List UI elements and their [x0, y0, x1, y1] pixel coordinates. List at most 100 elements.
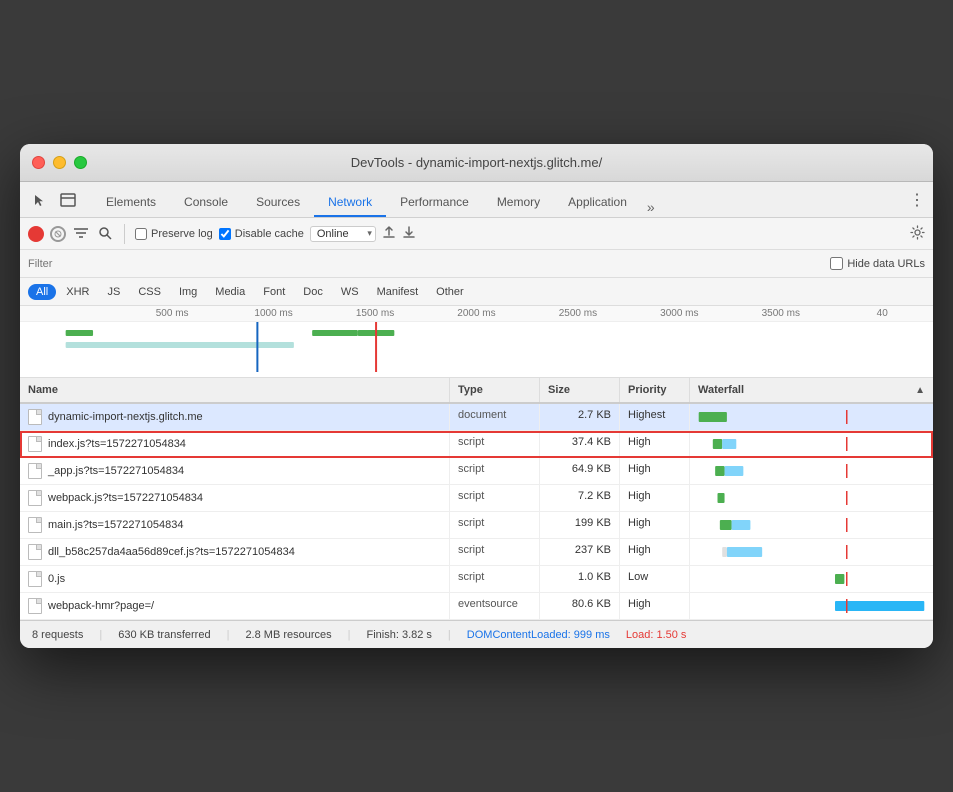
- row-name: webpack-hmr?page=/: [20, 593, 450, 619]
- load-time: Load: 1.50 s: [626, 629, 687, 641]
- col-header-type[interactable]: Type: [450, 378, 540, 402]
- table-row[interactable]: main.js?ts=1572271054834 script 199 KB H…: [20, 512, 933, 539]
- online-selector-wrapper: Online Fast 3G Slow 3G Offline ▾: [310, 226, 376, 242]
- hide-data-urls-checkbox[interactable]: [830, 257, 843, 270]
- tick-3500: 3500 ms: [730, 308, 831, 319]
- table-row[interactable]: webpack-hmr?page=/ eventsource 80.6 KB H…: [20, 593, 933, 620]
- tick-1500: 1500 ms: [324, 308, 425, 319]
- disable-cache-label[interactable]: Disable cache: [219, 228, 304, 240]
- row-name: webpack.js?ts=1572271054834: [20, 485, 450, 511]
- settings-icon[interactable]: [910, 225, 925, 243]
- row-waterfall: [690, 458, 933, 484]
- type-filter-bar: All XHR JS CSS Img Media Font Doc WS Man…: [20, 278, 933, 306]
- filter-other[interactable]: Other: [428, 284, 472, 300]
- row-waterfall: [690, 512, 933, 538]
- col-header-name[interactable]: Name: [20, 378, 450, 402]
- tab-application[interactable]: Application: [554, 189, 641, 217]
- table-row[interactable]: webpack.js?ts=1572271054834 script 7.2 K…: [20, 485, 933, 512]
- filter-media[interactable]: Media: [207, 284, 253, 300]
- filter-font[interactable]: Font: [255, 284, 293, 300]
- col-header-waterfall[interactable]: Waterfall ▲: [690, 378, 933, 402]
- filter-doc[interactable]: Doc: [295, 284, 331, 300]
- row-type: script: [450, 431, 540, 457]
- hide-data-urls-label[interactable]: Hide data URLs: [830, 257, 925, 270]
- filter-img[interactable]: Img: [171, 284, 205, 300]
- upload-icon[interactable]: [382, 225, 396, 242]
- table-row[interactable]: dll_b58c257da4aa56d89cef.js?ts=157227105…: [20, 539, 933, 566]
- maximize-button[interactable]: [74, 156, 87, 169]
- controls-bar: Preserve log Disable cache Online Fast 3…: [20, 218, 933, 250]
- tick-2000: 2000 ms: [426, 308, 527, 319]
- filter-xhr[interactable]: XHR: [58, 284, 97, 300]
- col-header-priority[interactable]: Priority: [620, 378, 690, 402]
- file-icon: [28, 517, 42, 533]
- row-waterfall: [690, 431, 933, 457]
- filter-css[interactable]: CSS: [130, 284, 169, 300]
- file-icon: [28, 571, 42, 587]
- tab-network[interactable]: Network: [314, 189, 386, 217]
- row-waterfall: [690, 593, 933, 619]
- table-row[interactable]: dynamic-import-nextjs.glitch.me document…: [20, 404, 933, 431]
- minimize-button[interactable]: [53, 156, 66, 169]
- table-row[interactable]: index.js?ts=1572271054834 script 37.4 KB…: [20, 431, 933, 458]
- table-header: Name Type Size Priority Waterfall ▲: [20, 378, 933, 404]
- row-name: main.js?ts=1572271054834: [20, 512, 450, 538]
- download-icon[interactable]: [402, 225, 416, 242]
- row-name: dynamic-import-nextjs.glitch.me: [20, 404, 450, 430]
- nav-tabs: Elements Console Sources Network Perform…: [92, 182, 901, 217]
- row-type: script: [450, 539, 540, 565]
- row-type: document: [450, 404, 540, 430]
- row-priority: High: [620, 593, 690, 619]
- row-waterfall: [690, 404, 933, 430]
- filter-input[interactable]: [28, 258, 170, 270]
- resources-size: 2.8 MB resources: [245, 629, 331, 641]
- preserve-log-checkbox[interactable]: [135, 228, 147, 240]
- row-waterfall: [690, 485, 933, 511]
- close-button[interactable]: [32, 156, 45, 169]
- row-type: script: [450, 458, 540, 484]
- tab-performance[interactable]: Performance: [386, 189, 483, 217]
- online-select[interactable]: Online Fast 3G Slow 3G Offline: [310, 226, 376, 242]
- table-body: dynamic-import-nextjs.glitch.me document…: [20, 404, 933, 620]
- row-type: eventsource: [450, 593, 540, 619]
- dock-icon[interactable]: [56, 188, 80, 212]
- filter-ws[interactable]: WS: [333, 284, 367, 300]
- row-size: 80.6 KB: [540, 593, 620, 619]
- timeline-section: 500 ms 1000 ms 1500 ms 2000 ms 2500 ms 3…: [20, 306, 933, 378]
- filter-icon[interactable]: [72, 225, 90, 243]
- filter-bar: Hide data URLs: [20, 250, 933, 278]
- row-size: 64.9 KB: [540, 458, 620, 484]
- file-icon: [28, 436, 42, 452]
- row-name: index.js?ts=1572271054834: [20, 431, 450, 457]
- tab-console[interactable]: Console: [170, 189, 242, 217]
- file-icon: [28, 544, 42, 560]
- row-name: _app.js?ts=1572271054834: [20, 458, 450, 484]
- stop-button[interactable]: [50, 226, 66, 242]
- file-icon: [28, 463, 42, 479]
- table-row[interactable]: _app.js?ts=1572271054834 script 64.9 KB …: [20, 458, 933, 485]
- search-icon[interactable]: [96, 225, 114, 243]
- more-tabs-button[interactable]: »: [641, 197, 661, 217]
- filter-manifest[interactable]: Manifest: [369, 284, 427, 300]
- dom-content-loaded: DOMContentLoaded: 999 ms: [467, 629, 610, 641]
- cursor-icon[interactable]: [28, 188, 52, 212]
- disable-cache-checkbox[interactable]: [219, 228, 231, 240]
- kebab-menu-button[interactable]: ⋮: [909, 190, 925, 210]
- table-row[interactable]: 0.js script 1.0 KB Low: [20, 566, 933, 593]
- filter-all[interactable]: All: [28, 284, 56, 300]
- filter-js[interactable]: JS: [99, 284, 128, 300]
- transferred-size: 630 KB transferred: [118, 629, 210, 641]
- row-size: 2.7 KB: [540, 404, 620, 430]
- record-button[interactable]: [28, 226, 44, 242]
- tab-elements[interactable]: Elements: [92, 189, 170, 217]
- row-priority: High: [620, 458, 690, 484]
- col-header-size[interactable]: Size: [540, 378, 620, 402]
- finish-time: Finish: 3.82 s: [367, 629, 432, 641]
- tick-40: 40: [832, 308, 933, 319]
- divider: [124, 224, 125, 244]
- timeline-graph: [20, 322, 933, 372]
- window-title: DevTools - dynamic-import-nextjs.glitch.…: [351, 155, 602, 170]
- preserve-log-label[interactable]: Preserve log: [135, 228, 213, 240]
- tab-memory[interactable]: Memory: [483, 189, 554, 217]
- tab-sources[interactable]: Sources: [242, 189, 314, 217]
